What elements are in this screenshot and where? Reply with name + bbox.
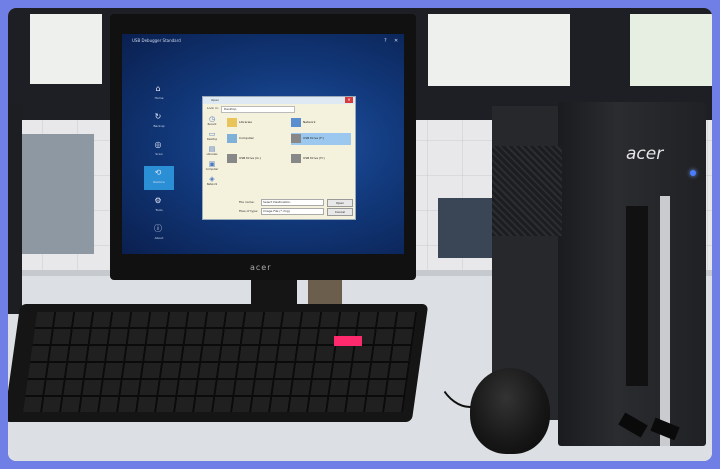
computer-icon: ▣ bbox=[208, 160, 216, 168]
sidebar-item-label: Home bbox=[154, 96, 164, 100]
network-icon: ◈ bbox=[209, 175, 215, 183]
look-in-select[interactable]: Desktop bbox=[221, 106, 295, 113]
window-pane bbox=[428, 14, 570, 86]
tower-brand-logo: acer bbox=[626, 144, 664, 164]
sidebar-item-label: Tools bbox=[155, 208, 163, 212]
cable-box bbox=[308, 278, 342, 306]
dialog-title: Open bbox=[211, 98, 220, 102]
dialog-titlebar: Open ✕ bbox=[203, 97, 355, 104]
libraries-icon: ▤ bbox=[208, 145, 216, 153]
file-item[interactable]: Computer bbox=[227, 133, 277, 145]
side-vent bbox=[492, 146, 562, 236]
help-icon[interactable]: ? bbox=[384, 38, 387, 44]
sidebar-item-scan[interactable]: ◎ Scan bbox=[144, 138, 174, 162]
folder-icon bbox=[227, 118, 237, 127]
monitor-brand-logo: acer bbox=[250, 263, 272, 272]
front-trim bbox=[660, 196, 670, 446]
file-item[interactable]: Network bbox=[291, 117, 351, 129]
keyboard-sticker bbox=[334, 336, 362, 346]
file-item-selected[interactable]: USB Drive (F:) bbox=[291, 133, 351, 145]
monitor: USB Debugger Standard ? ✕ ⌂ Home ↻ Backu… bbox=[110, 14, 416, 280]
power-led bbox=[690, 170, 696, 176]
filetype-select[interactable]: Image File (*.img) bbox=[261, 208, 324, 215]
computer-icon bbox=[227, 134, 237, 143]
window-pane bbox=[630, 14, 712, 86]
keyboard-keys bbox=[23, 312, 418, 412]
sidebar-item-restore[interactable]: ⟲ Restore bbox=[144, 166, 174, 190]
app-title: USB Debugger Standard bbox=[132, 38, 181, 43]
dialog-close-button[interactable]: ✕ bbox=[345, 97, 353, 103]
sidebar-item-home[interactable]: ⌂ Home bbox=[144, 82, 174, 106]
network-icon bbox=[291, 118, 301, 127]
file-item[interactable]: USB Drive (G:) bbox=[227, 153, 277, 165]
sidebar-item-label: About bbox=[154, 236, 164, 240]
scan-icon: ◎ bbox=[154, 140, 162, 149]
monitor-screen: USB Debugger Standard ? ✕ ⌂ Home ↻ Backu… bbox=[122, 34, 404, 254]
left-monitor-edge bbox=[8, 104, 22, 314]
nav-recent[interactable]: ◷ Recent bbox=[205, 115, 219, 129]
keyboard bbox=[8, 304, 429, 422]
sidebar-item-label: Backup bbox=[153, 124, 165, 128]
desktop-icon: ▭ bbox=[208, 130, 216, 138]
nav-desktop[interactable]: ▭ Desktop bbox=[205, 130, 219, 144]
nav-computer[interactable]: ▣ Computer bbox=[205, 160, 219, 174]
file-item[interactable]: USB Drive (H:) bbox=[291, 153, 351, 165]
sidebar-item-label: Restore bbox=[153, 180, 165, 184]
window-pane bbox=[30, 14, 102, 84]
filename-input[interactable]: Select Destination bbox=[261, 199, 324, 206]
look-in-label: Look in: bbox=[207, 106, 219, 110]
usb-drive-icon bbox=[291, 154, 301, 163]
poster-board bbox=[20, 134, 94, 254]
sidebar-item-label: Scan bbox=[155, 152, 163, 156]
backup-icon: ↻ bbox=[154, 112, 162, 121]
cancel-button[interactable]: Cancel bbox=[327, 208, 353, 216]
nav-network[interactable]: ◈ Network bbox=[205, 175, 219, 189]
nav-libraries[interactable]: ▤ Libraries bbox=[205, 145, 219, 159]
usb-drive-icon bbox=[291, 134, 301, 143]
sidebar-item-about[interactable]: ⓘ About bbox=[144, 222, 174, 246]
filetype-label: Files of type: bbox=[239, 209, 259, 213]
usb-drive-icon bbox=[227, 154, 237, 163]
open-button[interactable]: Open bbox=[327, 199, 353, 207]
info-icon: ⓘ bbox=[154, 224, 162, 233]
optical-drive[interactable] bbox=[626, 206, 648, 386]
mouse bbox=[470, 368, 550, 454]
recent-icon: ◷ bbox=[208, 115, 216, 123]
close-icon[interactable]: ✕ bbox=[394, 38, 398, 44]
file-item[interactable]: Libraries bbox=[227, 117, 277, 129]
tools-icon: ⚙ bbox=[154, 196, 162, 205]
restore-icon: ⟲ bbox=[154, 168, 162, 177]
filename-label: File name: bbox=[239, 200, 255, 204]
network-device bbox=[438, 198, 498, 258]
sidebar-item-tools[interactable]: ⚙ Tools bbox=[144, 194, 174, 218]
photo-frame: USB Debugger Standard ? ✕ ⌂ Home ↻ Backu… bbox=[8, 8, 712, 461]
open-file-dialog: Open ✕ Look in: Desktop ◷ Recent ▭ Desktop… bbox=[202, 96, 356, 220]
sidebar-item-backup[interactable]: ↻ Backup bbox=[144, 110, 174, 134]
home-icon: ⌂ bbox=[155, 84, 161, 93]
